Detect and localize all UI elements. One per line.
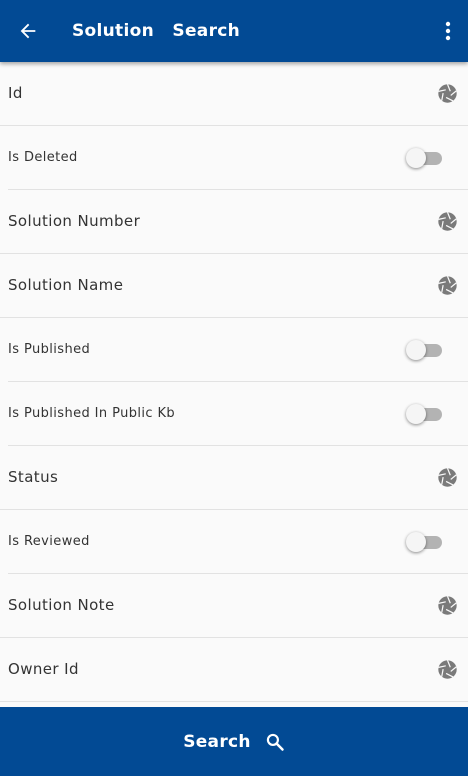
search-icon — [266, 733, 284, 751]
search-field-list: Id Is Deleted Solution Number Solution N… — [0, 62, 468, 702]
aperture-icon[interactable] — [437, 467, 458, 488]
search-button-label: Search — [183, 731, 251, 752]
search-button[interactable]: Search — [0, 707, 468, 776]
overflow-menu-button[interactable] — [436, 17, 460, 45]
field-row-is-published: Is Published — [8, 318, 468, 382]
is-reviewed-toggle[interactable] — [406, 532, 444, 552]
field-label: Is Reviewed — [8, 534, 90, 549]
field-label: Status — [8, 468, 59, 486]
field-label: Is Deleted — [8, 150, 78, 165]
field-label: Solution Name — [8, 276, 124, 294]
back-button[interactable] — [14, 17, 42, 45]
aperture-icon[interactable] — [437, 659, 458, 680]
page-title: Solution Search — [72, 21, 241, 41]
app-bar: Solution Search — [0, 0, 468, 62]
field-row-is-reviewed: Is Reviewed — [8, 510, 468, 574]
field-row-is-published-in-public-kb: Is Published In Public Kb — [8, 382, 468, 446]
is-published-toggle[interactable] — [406, 340, 444, 360]
field-label: Is Published — [8, 342, 91, 357]
aperture-icon[interactable] — [437, 211, 458, 232]
field-label: Solution Note — [8, 596, 115, 614]
field-row-solution-note[interactable]: Solution Note — [0, 574, 468, 638]
more-vertical-icon — [445, 21, 451, 41]
field-label: Id — [8, 84, 23, 102]
field-label: Owner Id — [8, 660, 79, 678]
field-row-owner-id[interactable]: Owner Id — [0, 638, 468, 702]
field-label: Is Published In Public Kb — [8, 406, 176, 421]
field-row-is-deleted: Is Deleted — [8, 126, 468, 190]
aperture-icon[interactable] — [437, 83, 458, 104]
field-row-status[interactable]: Status — [0, 446, 468, 510]
field-label: Solution Number — [8, 212, 141, 230]
is-deleted-toggle[interactable] — [406, 148, 444, 168]
aperture-icon[interactable] — [437, 595, 458, 616]
field-row-solution-name[interactable]: Solution Name — [0, 254, 468, 318]
aperture-icon[interactable] — [437, 275, 458, 296]
is-published-in-public-kb-toggle[interactable] — [406, 404, 444, 424]
field-row-solution-number[interactable]: Solution Number — [0, 190, 468, 254]
arrow-back-icon — [20, 23, 36, 39]
field-row-id[interactable]: Id — [0, 62, 468, 126]
